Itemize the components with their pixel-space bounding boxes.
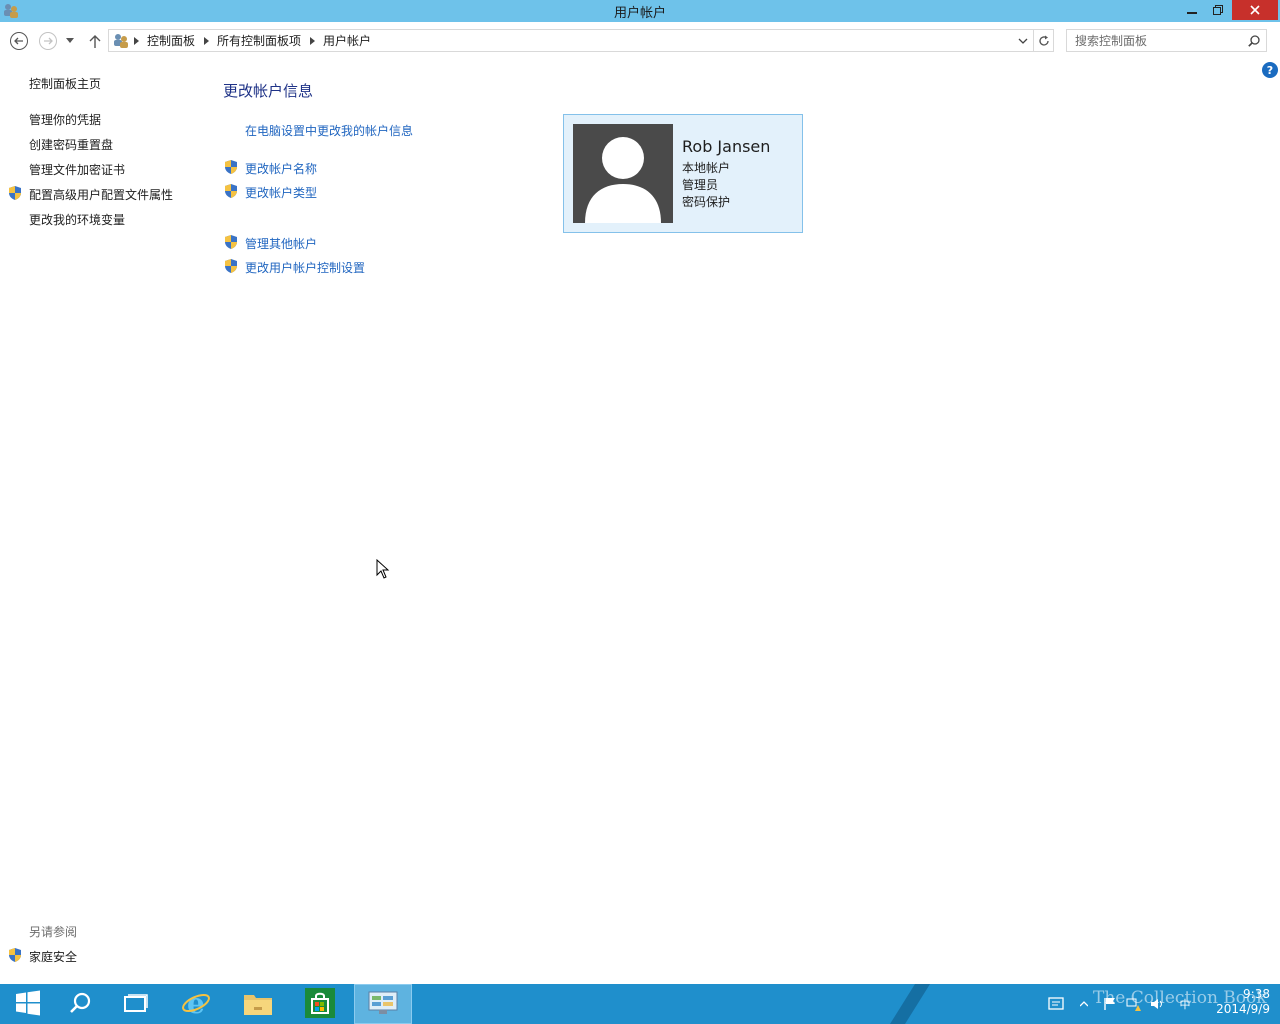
internet-explorer-icon: e — [181, 987, 211, 1021]
task-manage-other-accounts[interactable]: 管理其他帐户 — [245, 235, 317, 252]
mouse-cursor-icon — [376, 558, 390, 579]
clock-date: 2014/9/9 — [1216, 1002, 1270, 1016]
chevron-right-icon[interactable] — [131, 36, 141, 45]
chevron-right-icon[interactable] — [307, 36, 317, 45]
sidebar-item-file-encryption-certificates[interactable]: 管理文件加密证书 — [29, 161, 125, 178]
avatar — [573, 124, 673, 223]
chevron-right-icon[interactable] — [201, 36, 211, 45]
account-protection: 密码保护 — [682, 195, 731, 209]
window-title: 用户帐户 — [613, 6, 666, 21]
control-panel-icon — [368, 990, 398, 1019]
see-also-title: 另请参阅 — [29, 925, 78, 939]
search-icon[interactable] — [1245, 32, 1263, 49]
account-role: 管理员 — [682, 178, 719, 192]
control-panel-icon — [113, 33, 131, 49]
uac-shield-icon — [223, 183, 239, 199]
address-dropdown-button[interactable] — [1013, 30, 1033, 51]
uac-shield-icon — [7, 185, 23, 201]
task-change-in-pc-settings[interactable]: 在电脑设置中更改我的帐户信息 — [245, 122, 413, 139]
account-name: Rob Jansen — [682, 137, 771, 156]
sidebar-item-family-safety[interactable]: 家庭安全 — [29, 948, 77, 965]
restore-button[interactable] — [1205, 0, 1231, 20]
uac-shield-icon — [223, 234, 239, 250]
breadcrumb-user-accounts[interactable]: 用户帐户 — [317, 32, 377, 49]
flag-icon[interactable] — [1102, 996, 1118, 1012]
file-explorer-icon — [243, 990, 273, 1019]
title-bar: 用户帐户 — [0, 0, 1280, 22]
sidebar-item-advanced-profile-properties[interactable]: 配置高级用户配置文件属性 — [29, 186, 173, 203]
system-clock[interactable]: 9:38 2014/9/9 — [1200, 987, 1270, 1017]
taskbar-search-button[interactable] — [52, 984, 108, 1024]
volume-icon[interactable] — [1150, 996, 1166, 1012]
uac-shield-icon — [223, 159, 239, 175]
task-uac-settings[interactable]: 更改用户帐户控制设置 — [245, 259, 365, 276]
taskbar-decoration — [890, 984, 930, 1024]
action-center-icon[interactable] — [1048, 996, 1064, 1012]
search-input[interactable] — [1067, 30, 1243, 51]
account-card: Rob Jansen 本地帐户 管理员 密码保护 — [563, 114, 803, 233]
start-button[interactable] — [0, 984, 56, 1024]
show-hidden-icons-icon[interactable] — [1076, 996, 1092, 1012]
task-view-icon — [124, 993, 148, 1015]
breadcrumb-control-panel[interactable]: 控制面板 — [141, 32, 201, 49]
ime-indicator[interactable]: 中 — [1177, 996, 1193, 1012]
store-button[interactable] — [292, 984, 348, 1024]
search-box[interactable] — [1066, 29, 1267, 52]
file-explorer-button[interactable] — [230, 984, 286, 1024]
account-type: 本地帐户 — [682, 161, 731, 175]
start-icon — [15, 990, 41, 1019]
task-view-button[interactable] — [108, 984, 164, 1024]
task-change-account-type[interactable]: 更改帐户类型 — [245, 184, 317, 201]
minimize-button[interactable] — [1179, 0, 1205, 20]
forward-button[interactable] — [37, 30, 59, 52]
close-button[interactable] — [1232, 0, 1278, 20]
page-title: 更改帐户信息 — [223, 82, 314, 100]
sidebar-item-password-reset-disk[interactable]: 创建密码重置盘 — [29, 136, 113, 153]
svg-text:e: e — [187, 988, 205, 1018]
task-change-account-name[interactable]: 更改帐户名称 — [245, 160, 317, 177]
uac-shield-icon — [7, 947, 23, 963]
taskbar: e The Collection Book 中 9:38 2014/9/9 — [0, 984, 1280, 1024]
back-button[interactable] — [8, 30, 30, 52]
navigation-bar: 控制面板 所有控制面板项 用户帐户 — [0, 22, 1280, 58]
search-icon — [69, 992, 91, 1017]
store-icon — [305, 987, 335, 1021]
control-panel-taskbar-button[interactable] — [354, 984, 412, 1024]
network-warning-icon[interactable] — [1126, 996, 1142, 1012]
refresh-button[interactable] — [1033, 30, 1054, 51]
sidebar-item-control-panel-home[interactable]: 控制面板主页 — [29, 75, 101, 92]
clock-time: 9:38 — [1243, 987, 1270, 1001]
up-button[interactable] — [84, 30, 106, 52]
help-icon[interactable]: ? — [1262, 62, 1278, 78]
internet-explorer-button[interactable]: e — [168, 984, 224, 1024]
breadcrumb-all-items[interactable]: 所有控制面板项 — [211, 32, 307, 49]
sidebar-item-manage-credentials[interactable]: 管理你的凭据 — [29, 111, 101, 128]
address-bar[interactable]: 控制面板 所有控制面板项 用户帐户 — [108, 29, 1054, 52]
uac-shield-icon — [223, 258, 239, 274]
recent-locations-dropdown[interactable] — [62, 30, 78, 52]
sidebar-item-environment-variables[interactable]: 更改我的环境变量 — [29, 211, 125, 228]
